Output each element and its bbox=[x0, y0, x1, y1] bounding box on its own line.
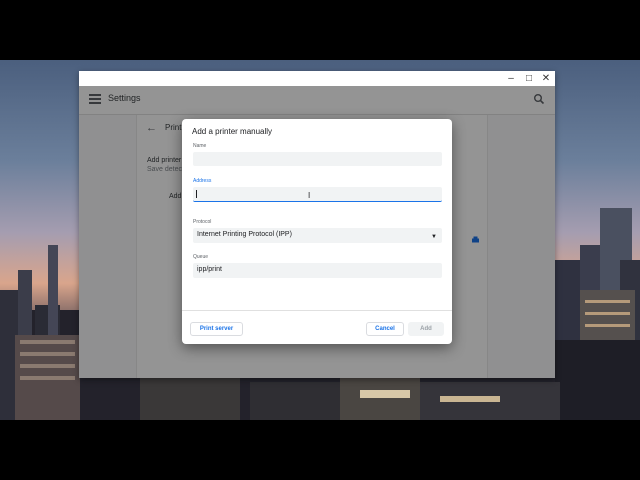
cancel-button[interactable]: Cancel bbox=[366, 322, 404, 336]
close-button[interactable]: ✕ bbox=[538, 72, 554, 85]
dialog-divider bbox=[182, 310, 452, 311]
queue-label: Queue bbox=[193, 254, 209, 260]
add-printer-dialog: Add a printer manually Name Address I Pr… bbox=[182, 119, 452, 344]
protocol-label: Protocol bbox=[193, 219, 212, 225]
window-titlebar: – □ ✕ bbox=[79, 71, 555, 86]
dropdown-arrow-icon[interactable]: ▼ bbox=[431, 234, 437, 240]
protocol-select[interactable]: Internet Printing Protocol (IPP) bbox=[193, 228, 442, 243]
queue-field[interactable]: ipp/print bbox=[193, 263, 442, 278]
address-label: Address bbox=[193, 178, 212, 184]
ibeam-cursor-icon: I bbox=[308, 191, 311, 200]
dialog-title: Add a printer manually bbox=[192, 127, 273, 136]
text-caret bbox=[196, 190, 197, 198]
address-field[interactable] bbox=[193, 187, 442, 202]
name-field[interactable] bbox=[193, 152, 442, 166]
maximize-button[interactable]: □ bbox=[521, 72, 537, 85]
letterbox-top bbox=[0, 0, 640, 60]
add-button[interactable]: Add bbox=[408, 322, 444, 336]
letterbox-bottom bbox=[0, 420, 640, 480]
name-label: Name bbox=[193, 143, 207, 149]
print-server-button[interactable]: Print server bbox=[190, 322, 243, 336]
minimize-button[interactable]: – bbox=[503, 72, 519, 85]
